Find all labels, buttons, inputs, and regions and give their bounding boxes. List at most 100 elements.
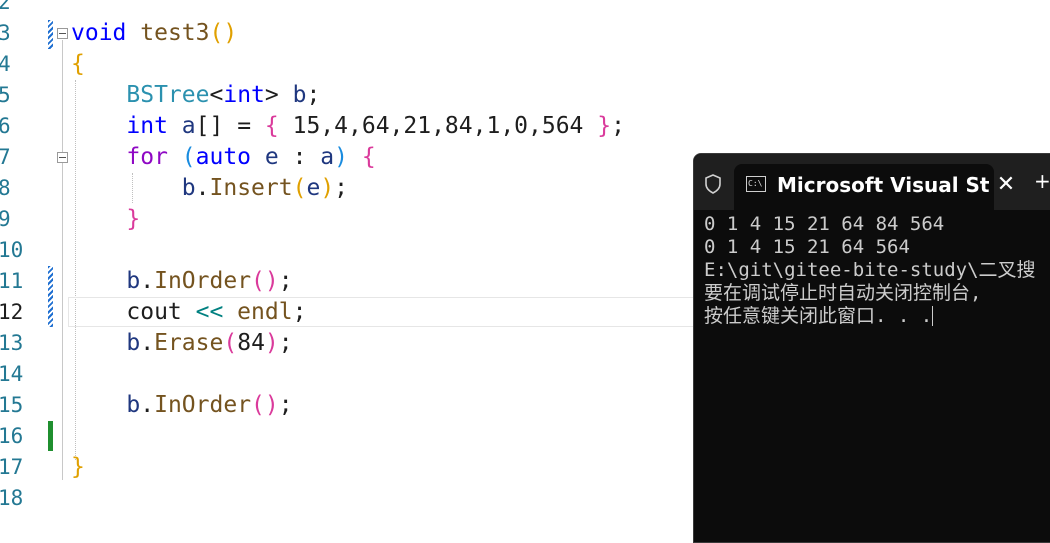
paren: ) [264, 268, 279, 294]
semicolon: ; [278, 330, 293, 356]
code-line-5: BSTree<int> b; [71, 80, 320, 111]
brace: } [71, 454, 85, 480]
console-prompt-text: 按任意键关闭此窗口. . . [704, 305, 933, 327]
semicolon: ; [292, 299, 307, 325]
code-line-9: } [71, 204, 140, 235]
fold-toggle-icon[interactable] [57, 28, 68, 39]
code-line-3: void test3() [71, 18, 237, 49]
console-tab[interactable]: C:\ Microsoft Visual Studio Debug Consol… [734, 164, 1015, 210]
code-line-12: cout << endl; [71, 297, 306, 328]
variable: b [126, 268, 141, 294]
semicolon: ; [611, 113, 625, 139]
new-tab-button[interactable]: + [1034, 169, 1050, 193]
brace: { [361, 144, 376, 170]
code-line-11: b.InOrder(); [71, 266, 293, 297]
number: 84 [237, 330, 265, 356]
line-number: 13 [0, 331, 24, 355]
code-line-17: } [71, 452, 85, 483]
line-number: 10 [0, 238, 24, 262]
keyword: int [223, 82, 265, 108]
number-list: 15,4,64,21,84,1,0,564 [278, 113, 598, 139]
code-line-7: for (auto e : a) { [71, 142, 376, 173]
paren: ( [223, 330, 238, 356]
line-number: 4 [0, 52, 11, 76]
line-number: 2 [0, 0, 11, 14]
paren: ( [292, 175, 307, 201]
line-number: 16 [0, 424, 24, 448]
paren: ) [223, 20, 238, 46]
line-number: 11 [0, 269, 24, 293]
line-number: 3 [0, 21, 11, 45]
change-marker-saved [48, 421, 53, 451]
variable: a [320, 144, 335, 170]
function-name: test3 [140, 20, 210, 46]
variable: e [306, 175, 321, 201]
angle-close: > [264, 82, 279, 108]
debug-console-window[interactable]: C:\ Microsoft Visual Studio Debug Consol… [693, 153, 1050, 543]
console-output-line: 按任意键关闭此窗口. . . [704, 305, 934, 328]
code-line-15: b.InOrder(); [71, 390, 293, 421]
keyword: for [126, 144, 168, 170]
function-name: InOrder [154, 392, 252, 418]
console-tab-title: Microsoft Visual Studio Debug Console [777, 173, 989, 197]
dot: . [140, 330, 155, 356]
line-number: 15 [0, 393, 24, 417]
text-cursor [932, 306, 934, 326]
close-icon[interactable]: ✕ [987, 169, 1025, 201]
variable: b [292, 82, 307, 108]
brace: { [71, 51, 85, 77]
fold-toggle-icon[interactable] [57, 152, 68, 163]
brace: } [126, 206, 141, 232]
line-number: 6 [0, 114, 11, 138]
line-number: 7 [0, 145, 11, 169]
paren: ) [264, 392, 279, 418]
change-marker-unsaved [48, 266, 53, 327]
paren: ) [264, 330, 279, 356]
line-number: 5 [0, 83, 11, 107]
paren: ( [209, 20, 224, 46]
brace: { [264, 113, 279, 139]
semicolon: ; [306, 82, 321, 108]
operator: << [181, 299, 238, 325]
variable: e [251, 144, 279, 170]
paren: ( [167, 144, 196, 170]
code-line-4: { [71, 49, 85, 80]
fold-guide [62, 40, 63, 480]
keyword: int [126, 113, 168, 139]
colon: : [278, 144, 321, 170]
brace: } [597, 113, 612, 139]
variable: b [126, 330, 141, 356]
paren: ( [251, 392, 265, 418]
function-name: InOrder [154, 268, 252, 294]
console-app-icon: C:\ [746, 176, 766, 192]
paren: ( [251, 268, 265, 294]
keyword: void [71, 20, 127, 46]
console-output-line: E:\git\gitee-bite-study\二叉搜 [704, 259, 1036, 281]
console-output-line: 0 1 4 15 21 64 84 564 [704, 213, 945, 235]
line-number: 9 [0, 207, 11, 231]
code-line-13: b.Erase(84); [71, 328, 293, 359]
line-number: 17 [0, 455, 24, 479]
code-line-6: int a[] = { 15,4,64,21,84,1,0,564 }; [71, 111, 625, 142]
type-name: BSTree [126, 82, 210, 108]
variable: a [181, 113, 196, 139]
function-name: Insert [209, 175, 293, 201]
console-app-icon-label: C:\ [748, 179, 763, 188]
console-output-line: 0 1 4 15 21 64 564 [704, 236, 910, 258]
console-title-bar[interactable]: C:\ Microsoft Visual Studio Debug Consol… [694, 154, 1050, 210]
variable: cout [126, 299, 182, 325]
angle-open: < [209, 82, 224, 108]
code-line-8: b.Insert(e); [71, 173, 348, 204]
paren: ) [334, 144, 348, 170]
line-number: 8 [0, 176, 11, 200]
semicolon: ; [278, 392, 293, 418]
line-number: 18 [0, 486, 24, 510]
variable: b [126, 392, 141, 418]
semicolon: ; [278, 268, 293, 294]
line-number: 14 [0, 362, 24, 386]
variable: b [181, 175, 196, 201]
dot: . [195, 175, 210, 201]
change-marker-unsaved [48, 20, 53, 49]
line-number-gutter: 2 3 4 5 6 7 8 9 10 11 12 13 14 15 16 17 … [0, 0, 48, 532]
